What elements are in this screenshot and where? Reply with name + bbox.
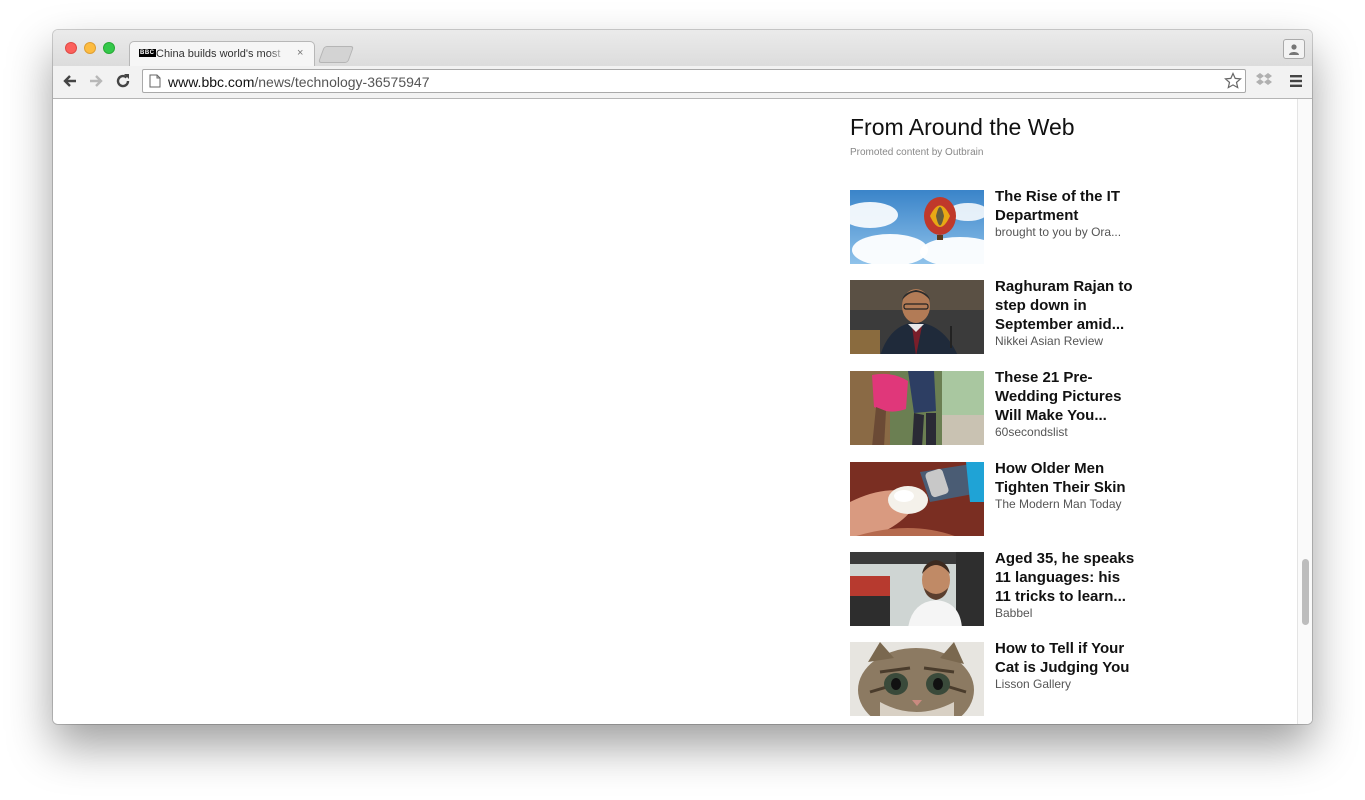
forward-button[interactable] xyxy=(87,72,107,92)
url-path: /news/technology-36575947 xyxy=(254,74,430,90)
couple-image[interactable] xyxy=(850,371,984,445)
promoted-item[interactable]: The Rise of the IT Department brought to… xyxy=(850,187,1150,266)
tab-active[interactable]: BBC China builds world's most × xyxy=(129,41,315,66)
reload-button[interactable] xyxy=(114,72,134,92)
vertical-scrollbar[interactable] xyxy=(1297,99,1312,724)
tab-close-icon[interactable]: × xyxy=(297,47,303,59)
hot-air-balloon-image[interactable] xyxy=(850,190,984,264)
item-source: Lisson Gallery xyxy=(995,677,1072,691)
promoted-item[interactable]: How Older Men Tighten Their Skin The Mod… xyxy=(850,459,1150,538)
url-host: www.bbc.com xyxy=(168,74,255,90)
url-text: www.bbc.com/news/technology-36575947 xyxy=(168,74,430,90)
promoted-item[interactable]: Raghuram Rajan to step down in September… xyxy=(850,277,1150,356)
bookmark-star-icon[interactable] xyxy=(1224,72,1242,90)
address-bar[interactable]: www.bbc.com/news/technology-36575947 xyxy=(142,69,1246,93)
kitten-image[interactable] xyxy=(850,642,984,716)
item-headline[interactable]: How Older Men Tighten Their Skin xyxy=(995,459,1145,497)
tab-title: China builds world's most xyxy=(156,48,281,60)
new-tab-button[interactable] xyxy=(317,46,355,63)
reload-icon xyxy=(116,74,130,88)
promoted-item[interactable]: How to Tell if Your Cat is Judging You L… xyxy=(850,639,1150,718)
item-headline[interactable]: Aged 35, he speaks 11 languages: his 11 … xyxy=(995,549,1145,606)
back-button[interactable] xyxy=(61,72,81,92)
promoted-item[interactable]: These 21 Pre- Wedding Pictures Will Make… xyxy=(850,368,1150,447)
item-headline[interactable]: These 21 Pre- Wedding Pictures Will Make… xyxy=(995,368,1145,425)
widget-subtitle[interactable]: Promoted content by Outbrain xyxy=(850,147,1150,161)
promoted-item[interactable]: Aged 35, he speaks 11 languages: his 11 … xyxy=(850,549,1150,628)
outbrain-widget: From Around the Web Promoted content by … xyxy=(850,113,1150,716)
minimize-window-button[interactable] xyxy=(84,42,96,54)
profile-button[interactable] xyxy=(1283,39,1305,59)
zoom-window-button[interactable] xyxy=(103,42,115,54)
menu-icon[interactable] xyxy=(1289,74,1303,88)
item-source: Babbel xyxy=(995,606,1033,620)
back-arrow-icon xyxy=(63,75,76,87)
item-source: 60secondslist xyxy=(995,425,1068,439)
man-in-tram-image[interactable] xyxy=(850,552,984,626)
person-icon xyxy=(1289,44,1299,55)
cream-tube-image[interactable] xyxy=(850,462,984,536)
item-headline[interactable]: How to Tell if Your Cat is Judging You xyxy=(995,639,1145,677)
item-source: brought to you by Ora... xyxy=(995,225,1122,239)
item-headline[interactable]: Raghuram Rajan to step down in September… xyxy=(995,277,1145,334)
scrollbar-thumb[interactable] xyxy=(1302,559,1309,625)
toolbar: www.bbc.com/news/technology-36575947 xyxy=(53,66,1312,99)
page-icon xyxy=(149,74,161,88)
dropbox-extension-icon[interactable] xyxy=(1255,72,1273,88)
title-bar: BBC China builds world's most × xyxy=(53,30,1312,66)
forward-arrow-icon xyxy=(90,75,103,87)
bbc-favicon-icon: BBC xyxy=(139,49,156,57)
page-content: From Around the Web Promoted content by … xyxy=(53,99,1312,724)
man-in-suit-image[interactable] xyxy=(850,280,984,354)
close-window-button[interactable] xyxy=(65,42,77,54)
widget-title: From Around the Web xyxy=(850,114,1075,140)
item-source: Nikkei Asian Review xyxy=(995,334,1104,348)
item-headline[interactable]: The Rise of the IT Department xyxy=(995,187,1145,225)
item-source: The Modern Man Today xyxy=(995,497,1122,511)
browser-window: BBC China builds world's most × www.bbc.… xyxy=(53,30,1312,724)
